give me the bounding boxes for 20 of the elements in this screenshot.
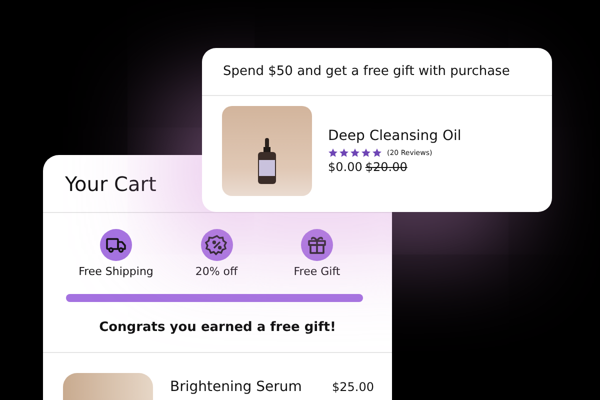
gift-icon: [301, 229, 333, 261]
original-price: $20.00: [365, 160, 408, 174]
cart-title: Your Cart: [65, 172, 156, 196]
bottle-drawing: [257, 138, 277, 184]
star-icon: [328, 148, 338, 158]
perk-label: 20% off: [195, 265, 238, 278]
perk-label: Free Gift: [294, 265, 340, 278]
reward-message: Congrats you earned a free gift!: [43, 302, 392, 353]
discount-badge-icon: [200, 229, 232, 261]
offer-title: Spend $50 and get a free gift with purchase: [223, 64, 510, 79]
product-price: $25.00: [332, 380, 374, 394]
star-icon: [361, 148, 371, 158]
star-icon: [350, 148, 360, 158]
star-icon: [339, 148, 349, 158]
product-name: Deep Cleansing Oil: [328, 128, 462, 144]
perk-label: Free Shipping: [78, 265, 154, 278]
product-price: $0.00: [328, 160, 362, 174]
product-name: Brightening Serum: [170, 379, 303, 395]
truck-icon: [100, 229, 132, 261]
star-icon: [372, 148, 382, 158]
